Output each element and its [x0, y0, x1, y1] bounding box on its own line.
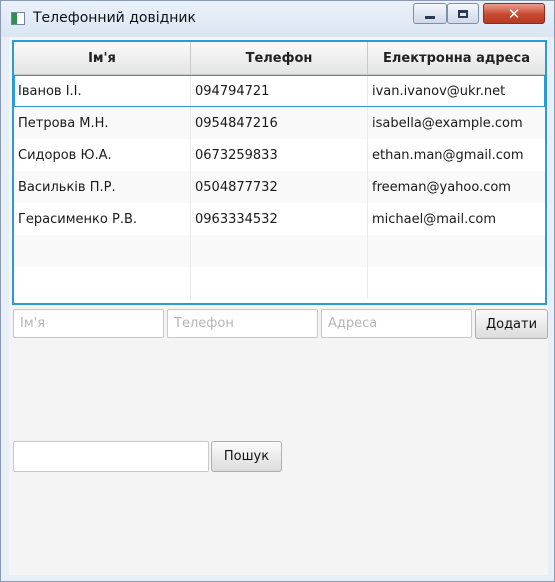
maximize-button[interactable] [447, 3, 479, 24]
table-row[interactable]: Іванов І.І. 094794721 ivan.ivanov@ukr.net [14, 75, 545, 107]
search-input[interactable] [13, 441, 209, 472]
close-button[interactable]: ✕ [483, 3, 545, 24]
table-body: Іванов І.І. 094794721 ivan.ivanov@ukr.net П… [14, 75, 545, 299]
search-button[interactable]: Пошук [211, 441, 282, 472]
table-cell-name: Герасименко Р.В. [14, 203, 191, 235]
app-icon [11, 12, 25, 25]
column-header-email[interactable]: Електронна адреса [368, 42, 545, 74]
table-row[interactable]: Петрова М.Н. 0954847216 isabella@example.c… [14, 107, 545, 139]
search-bar: Пошук [12, 440, 312, 474]
minimize-icon [425, 15, 435, 19]
name-input[interactable] [13, 309, 164, 338]
app-window: Телефонний довідник ✕ Ім'я Телефон Елект… [0, 0, 555, 582]
table-cell-phone: 0504877732 [191, 171, 368, 203]
add-contact-form: Додати [12, 308, 548, 340]
table-cell-name: Васильків П.Р. [14, 171, 191, 203]
title-bar[interactable]: Телефонний довідник ✕ [1, 1, 554, 37]
table-cell-phone: 0963334532 [191, 203, 368, 235]
window-title: Телефонний довідник [33, 10, 196, 26]
column-header-phone[interactable]: Телефон [191, 42, 368, 74]
table-cell-email: isabella@example.com [372, 115, 523, 131]
table-row[interactable]: Васильків П.Р. 0504877732 freeman@yahoo.co… [14, 171, 545, 203]
table-cell-email: ethan.man@gmail.com [372, 147, 524, 163]
table-cell-phone [191, 235, 368, 267]
address-input[interactable] [321, 309, 472, 338]
table-cell-email: freeman@yahoo.com [372, 179, 511, 195]
contacts-table[interactable]: Ім'я Телефон Електронна адреса Іванов І.… [12, 40, 547, 305]
window-content: Ім'я Телефон Електронна адреса Іванов І.… [9, 37, 548, 575]
table-header: Ім'я Телефон Електронна адреса [14, 42, 545, 75]
minimize-button[interactable] [413, 3, 447, 24]
table-cell-phone: 0673259833 [191, 139, 368, 171]
table-row-empty[interactable] [14, 235, 545, 267]
table-cell-phone: 0954847216 [191, 107, 368, 139]
add-button[interactable]: Додати [475, 309, 548, 339]
table-cell-phone [191, 267, 368, 299]
table-cell-email: michael@mail.com [372, 211, 496, 227]
table-cell-name: Іванов І.І. [14, 75, 191, 107]
table-cell-email: ivan.ivanov@ukr.net [372, 83, 506, 99]
table-cell-email [368, 235, 545, 267]
table-row[interactable]: Сидоров Ю.А. 0673259833 ethan.man@gmail.co… [14, 139, 545, 171]
phone-input[interactable] [167, 309, 318, 338]
table-row[interactable]: Герасименко Р.В. 0963334532 michael@mail.c… [14, 203, 545, 235]
table-cell-name [14, 235, 191, 267]
table-row-empty[interactable] [14, 267, 545, 299]
table-cell-email [368, 267, 545, 299]
table-cell-name: Сидоров Ю.А. [14, 139, 191, 171]
close-icon: ✕ [507, 4, 521, 23]
table-cell-phone: 094794721 [191, 75, 368, 107]
table-cell-name: Петрова М.Н. [14, 107, 191, 139]
table-cell-name [14, 267, 191, 299]
maximize-icon [458, 9, 468, 18]
column-header-name[interactable]: Ім'я [14, 42, 191, 74]
